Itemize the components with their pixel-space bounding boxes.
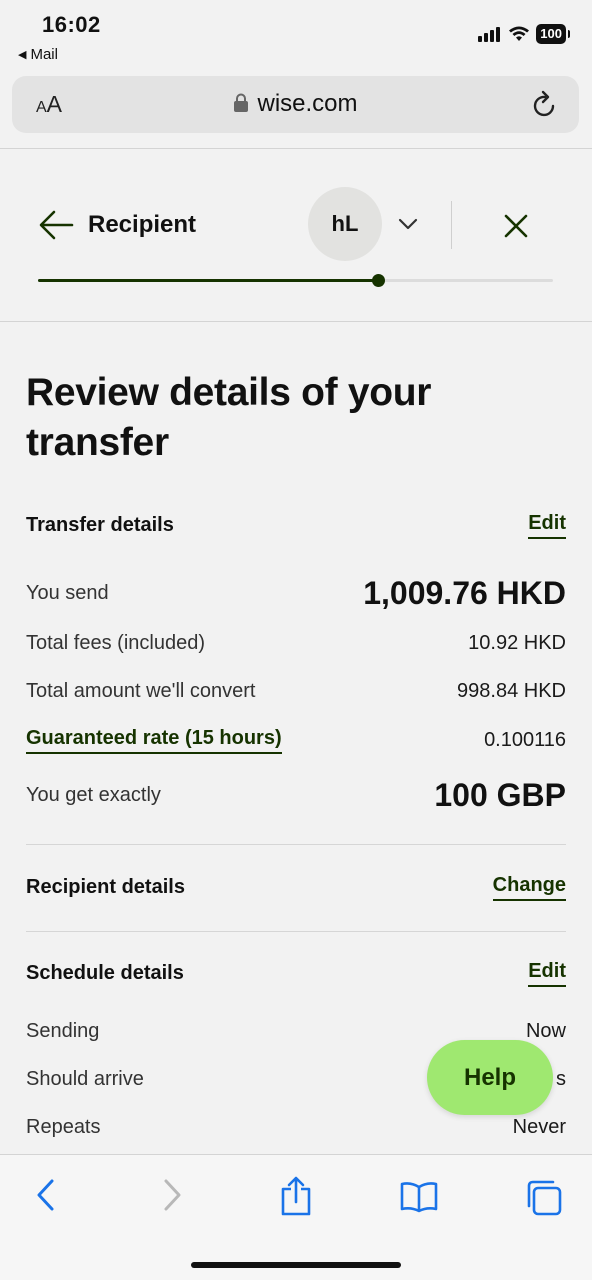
row-value: Never — [512, 1116, 566, 1138]
detail-row-rate: Guaranteed rate (15 hours) 0.100116 — [26, 727, 566, 754]
row-value: Now — [525, 1020, 566, 1042]
back-arrow-icon[interactable] — [38, 209, 74, 241]
close-icon[interactable] — [503, 213, 529, 239]
page-title: Review details of your transfer — [26, 371, 432, 464]
section-label: Transfer details — [26, 514, 174, 536]
header-separator — [451, 201, 452, 249]
change-recipient-button[interactable]: Change — [492, 874, 566, 901]
guaranteed-rate-link[interactable]: Guaranteed rate (15 hours) — [26, 727, 282, 754]
url-text: wise.com — [257, 90, 358, 117]
recipient-details-header: Recipient details Change — [26, 874, 566, 901]
row-label: Repeats — [26, 1116, 101, 1138]
back-triangle-icon: ◀ — [18, 49, 27, 61]
row-value: 10.92 HKD — [468, 632, 566, 654]
row-value: 0.100116 — [484, 729, 566, 751]
status-icons: 100 — [478, 24, 570, 44]
detail-row-fees: Total fees (included) 10.92 HKD — [26, 632, 566, 655]
edit-transfer-button[interactable]: Edit — [528, 512, 566, 539]
step-title: Recipient — [88, 211, 197, 238]
back-icon[interactable] — [34, 1177, 56, 1213]
row-value: 998.84 HKD — [457, 680, 566, 702]
status-bar: 16:02 ◀ Mail 100 — [0, 0, 592, 72]
divider — [26, 844, 566, 845]
wifi-icon — [509, 26, 530, 41]
edit-schedule-button[interactable]: Edit — [528, 960, 566, 987]
signal-icon — [478, 27, 501, 42]
row-label: Total fees (included) — [26, 632, 205, 654]
review-content[interactable]: Review details of your transfer Transfer… — [0, 322, 592, 1154]
url-field[interactable]: wise.com — [12, 90, 579, 118]
progress-fill — [38, 279, 378, 282]
status-time: 16:02 — [42, 12, 101, 37]
share-icon[interactable] — [279, 1175, 313, 1217]
battery-icon: 100 — [536, 24, 570, 44]
section-label: Schedule details — [26, 962, 184, 984]
progress-marker — [371, 274, 385, 287]
schedule-details-header: Schedule details Edit — [26, 960, 566, 987]
tabs-icon[interactable] — [525, 1179, 563, 1217]
address-bar[interactable]: AA wise.com — [12, 76, 579, 133]
progress-bar — [38, 274, 553, 287]
detail-row-you-send: You send 1,009.76 HKD — [26, 572, 566, 614]
forward-icon[interactable] — [162, 1177, 184, 1213]
row-label: Total amount we'll convert — [26, 680, 256, 702]
transfer-details-header: Transfer details Edit — [26, 512, 566, 539]
row-value: s — [556, 1068, 566, 1090]
detail-row-receive: You get exactly 100 GBP — [26, 774, 566, 816]
section-label: Recipient details — [26, 876, 185, 898]
detail-row-convert: Total amount we'll convert 998.84 HKD — [26, 680, 566, 703]
avatar[interactable]: hL — [308, 187, 382, 261]
flow-header: Recipient hL — [0, 149, 592, 321]
chevron-down-icon[interactable] — [398, 217, 418, 231]
row-label: You get exactly — [26, 783, 161, 806]
receive-amount: 100 GBP — [434, 776, 566, 813]
row-label: Sending — [26, 1020, 100, 1042]
detail-row-repeats: Repeats Never — [26, 1116, 566, 1139]
lock-icon — [234, 93, 249, 112]
back-app-label: Mail — [30, 46, 58, 63]
divider — [26, 931, 566, 932]
help-button[interactable]: Help — [427, 1040, 553, 1115]
home-indicator — [191, 1262, 401, 1268]
row-label: Should arrive — [26, 1068, 144, 1090]
send-amount: 1,009.76 HKD — [363, 574, 566, 611]
row-label: You send — [26, 581, 109, 604]
reload-icon[interactable] — [531, 89, 559, 119]
back-to-app-link[interactable]: ◀ Mail — [18, 46, 58, 63]
bookmarks-icon[interactable] — [399, 1181, 439, 1213]
